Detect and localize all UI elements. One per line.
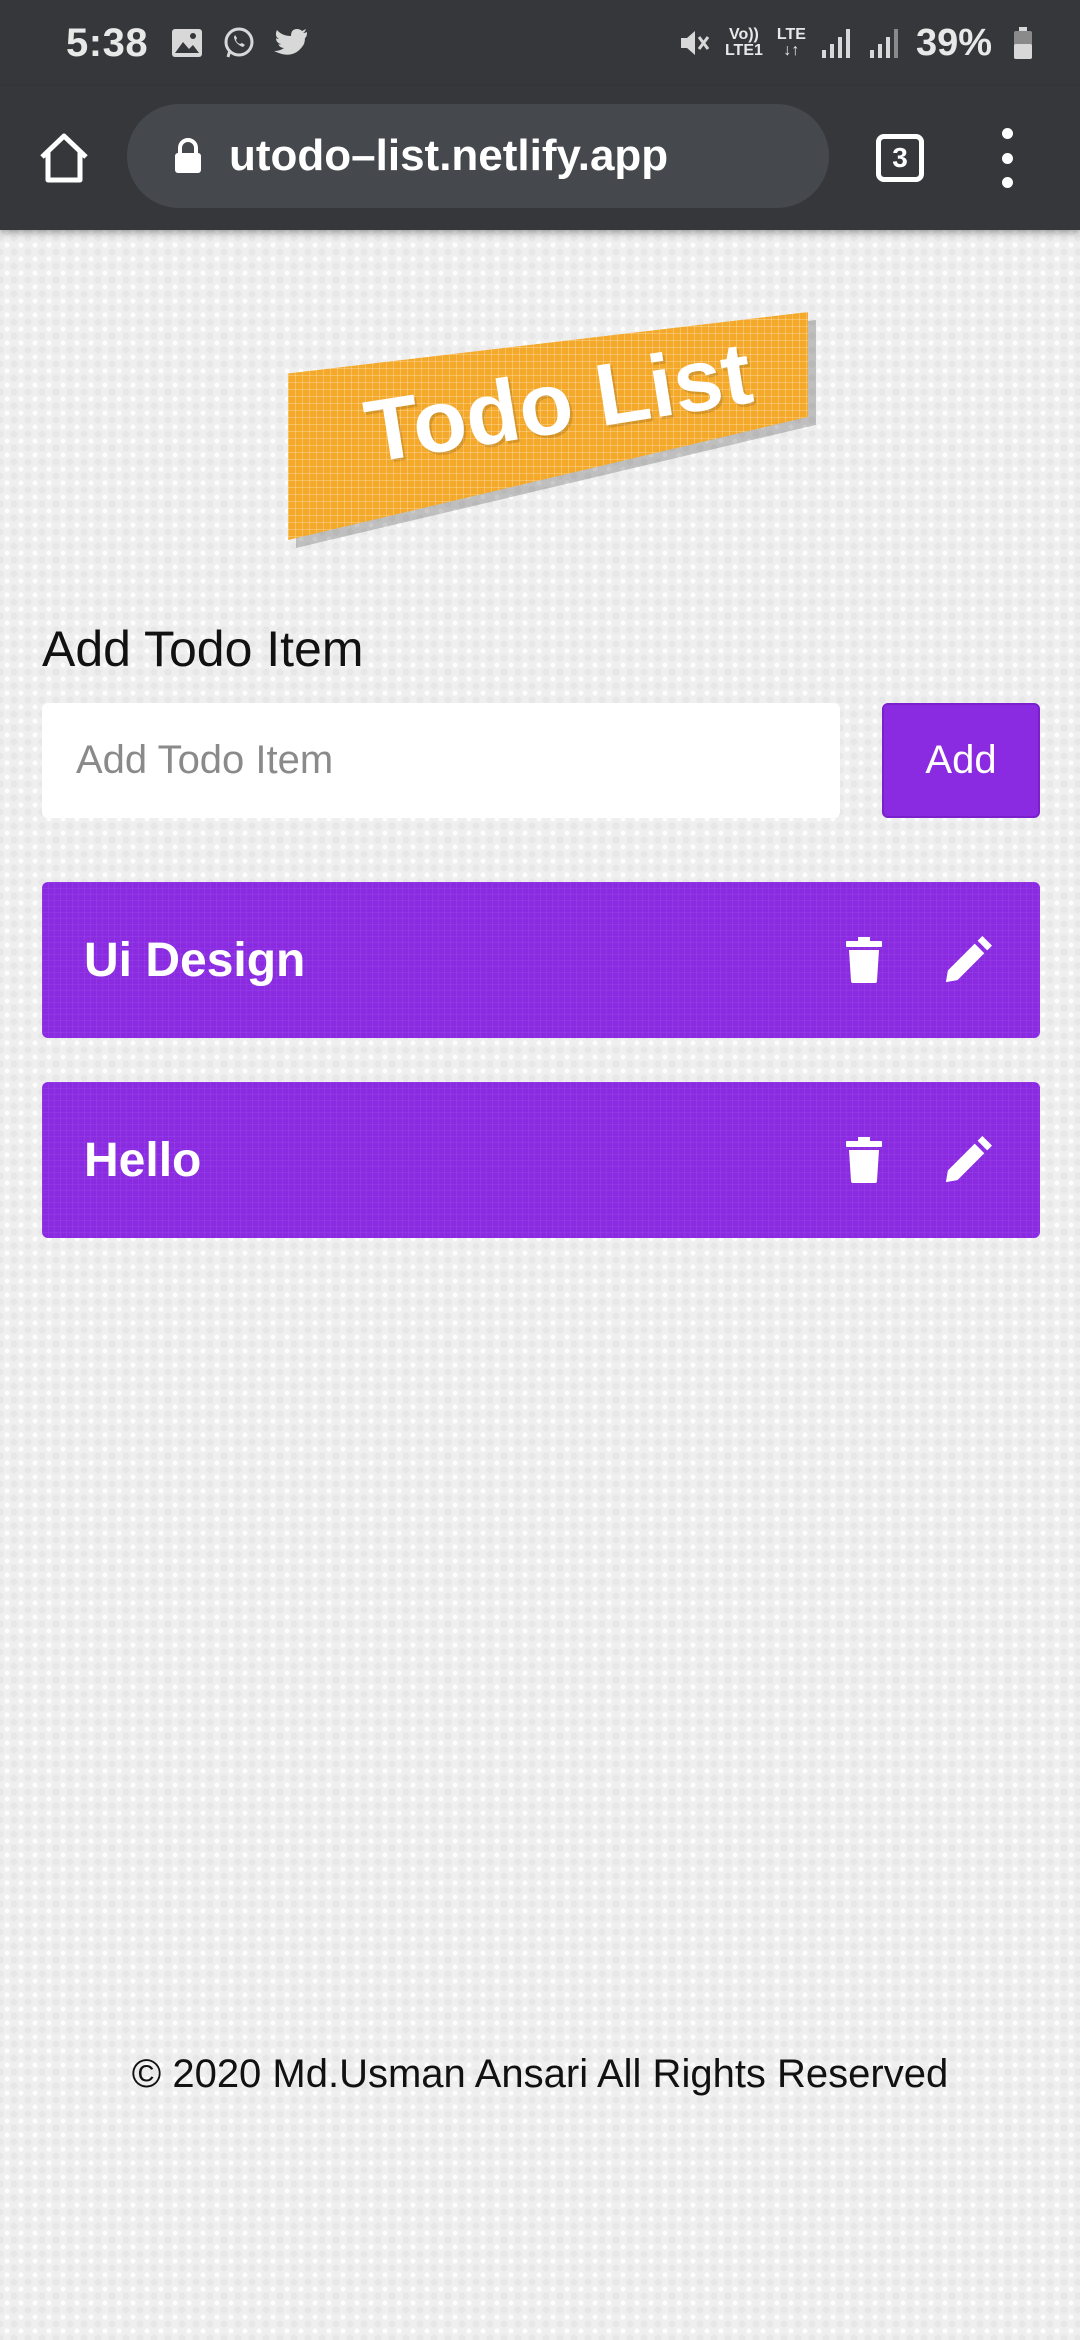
volte-indicator: Vo)) LTE1 — [724, 26, 763, 59]
twitter-icon — [274, 26, 308, 60]
tab-switcher-button[interactable]: 3 — [876, 134, 924, 182]
notification-icons — [170, 26, 308, 60]
battery-percent: 39% — [915, 21, 992, 64]
address-bar[interactable]: utodo–list.netlify.app — [127, 104, 829, 208]
todo-item: Hello — [42, 1082, 1040, 1238]
browser-toolbar: utodo–list.netlify.app 3 — [0, 86, 1080, 230]
status-right: Vo)) LTE1 LTE ↓↑ 39% — [677, 22, 1040, 65]
pencil-icon[interactable] — [944, 1134, 992, 1186]
home-icon[interactable] — [36, 130, 92, 186]
more-menu-icon[interactable] — [990, 128, 1024, 188]
todo-text: Ui Design — [84, 933, 306, 987]
todo-actions — [840, 1134, 992, 1186]
gallery-icon — [170, 26, 204, 60]
todo-actions — [840, 934, 992, 986]
todo-item: Ui Design — [42, 882, 1040, 1038]
mute-icon — [677, 26, 711, 60]
battery-icon — [1006, 26, 1040, 60]
trash-icon[interactable] — [840, 1134, 888, 1186]
todo-list: Ui Design Hello — [42, 882, 1040, 1282]
form-label: Add Todo Item — [42, 621, 364, 677]
todo-input[interactable] — [42, 703, 840, 818]
url-text: utodo–list.netlify.app — [229, 131, 669, 180]
todo-list-banner: Todo List — [288, 312, 816, 548]
signal-icon — [820, 26, 854, 60]
signal-icon — [868, 26, 902, 60]
pencil-icon[interactable] — [944, 934, 992, 986]
trash-icon[interactable] — [840, 934, 888, 986]
whatsapp-icon — [222, 26, 256, 60]
todo-text: Hello — [84, 1133, 202, 1187]
add-button[interactable]: Add — [882, 703, 1040, 818]
status-bar: 5:38 Vo)) LTE1 LTE ↓↑ 39% — [0, 0, 1080, 86]
status-time: 5:38 — [66, 20, 149, 65]
footer-copyright: © 2020 Md.Usman Ansari All Rights Reserv… — [131, 2052, 949, 2096]
lte-indicator: LTE ↓↑ — [776, 26, 806, 59]
lock-icon — [173, 138, 203, 174]
